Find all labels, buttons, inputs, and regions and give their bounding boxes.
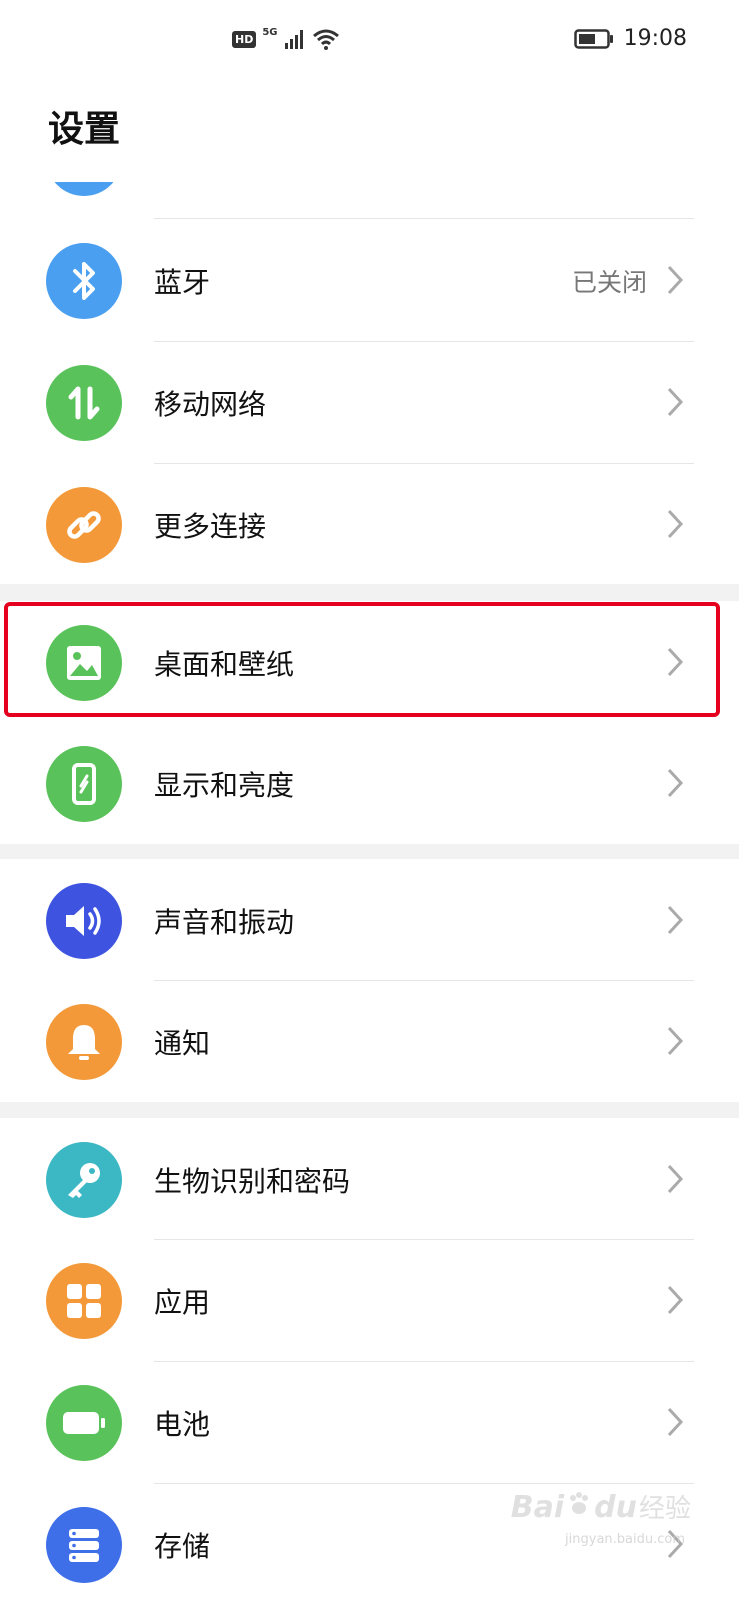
chevron-right-icon bbox=[667, 265, 684, 295]
settings-row-label: 存储 bbox=[154, 1530, 211, 1563]
key-icon bbox=[46, 1142, 122, 1218]
watermark-brand-2: du bbox=[594, 1490, 637, 1525]
settings-group-sound: 声音和振动 通知 bbox=[0, 859, 739, 1102]
chevron-right-icon bbox=[667, 1407, 684, 1437]
partial-icon bbox=[46, 182, 122, 196]
wifi-icon bbox=[312, 29, 339, 50]
chevron-right-icon bbox=[667, 1026, 684, 1056]
settings-row-label: 显示和亮度 bbox=[154, 769, 295, 802]
settings-row-display-brightness[interactable]: 显示和亮度 bbox=[0, 722, 739, 844]
chevron-right-icon bbox=[667, 387, 684, 417]
clock: 19:08 bbox=[623, 26, 687, 51]
settings-group-network: 蓝牙 已关闭 移动网络 更多连接 bbox=[0, 182, 739, 584]
apps-grid-icon bbox=[46, 1263, 122, 1339]
settings-row-more-connections[interactable]: 更多连接 bbox=[0, 463, 739, 584]
status-right: 19:08 bbox=[573, 26, 687, 51]
chevron-right-icon bbox=[667, 768, 684, 798]
settings-group-system: 生物识别和密码 应用 电池 存储 bbox=[0, 1118, 739, 1600]
speaker-icon bbox=[46, 883, 122, 959]
battery-status-icon bbox=[573, 28, 613, 49]
settings-row-mobile-network[interactable]: 移动网络 bbox=[0, 341, 739, 463]
storage-icon bbox=[46, 1507, 122, 1583]
settings-row-label: 更多连接 bbox=[154, 510, 267, 543]
baidu-watermark: Bai du 经验 bbox=[511, 1488, 691, 1525]
status-icons: HD 5G bbox=[232, 26, 340, 50]
chevron-right-icon bbox=[667, 1164, 684, 1194]
settings-row-label: 移动网络 bbox=[154, 388, 267, 421]
settings-row-label: 电池 bbox=[154, 1408, 211, 1441]
watermark-url: jingyan.baidu.com bbox=[565, 1532, 685, 1547]
settings-row-biometrics-password[interactable]: 生物识别和密码 bbox=[0, 1118, 739, 1240]
chevron-right-icon bbox=[667, 509, 684, 539]
mobile-data-icon bbox=[46, 365, 122, 441]
settings-row-label: 生物识别和密码 bbox=[154, 1165, 351, 1198]
settings-row-notifications[interactable]: 通知 bbox=[0, 980, 739, 1102]
header: 设置 bbox=[0, 82, 739, 182]
settings-row-label: 通知 bbox=[154, 1027, 211, 1060]
chevron-right-icon bbox=[667, 1285, 684, 1315]
bluetooth-status: 已关闭 bbox=[571, 268, 647, 297]
watermark-brand: Bai bbox=[510, 1490, 565, 1525]
network-type: 5G bbox=[262, 26, 278, 38]
paw-icon bbox=[570, 1492, 589, 1514]
status-bar: HD 5G 19:08 bbox=[0, 0, 739, 82]
watermark-text: 经验 bbox=[638, 1494, 691, 1524]
chevron-right-icon bbox=[667, 905, 684, 935]
highlight-box bbox=[4, 602, 720, 717]
settings-row-bluetooth[interactable]: 蓝牙 已关闭 bbox=[0, 219, 739, 341]
signal-icon bbox=[284, 30, 303, 49]
hd-badge: HD bbox=[232, 30, 257, 48]
settings-row-label: 应用 bbox=[154, 1286, 211, 1319]
phone-display-icon bbox=[46, 746, 122, 822]
page-title: 设置 bbox=[48, 109, 121, 150]
bell-icon bbox=[46, 1004, 122, 1080]
settings-row-sound-vibration[interactable]: 声音和振动 bbox=[0, 859, 739, 981]
settings-row-label: 蓝牙 bbox=[154, 266, 211, 299]
settings-row-battery[interactable]: 电池 bbox=[0, 1361, 739, 1483]
link-icon bbox=[46, 487, 122, 563]
settings-row-label: 声音和振动 bbox=[154, 906, 295, 939]
bluetooth-icon bbox=[46, 243, 122, 319]
settings-row-apps[interactable]: 应用 bbox=[0, 1239, 739, 1361]
battery-icon bbox=[46, 1385, 122, 1461]
